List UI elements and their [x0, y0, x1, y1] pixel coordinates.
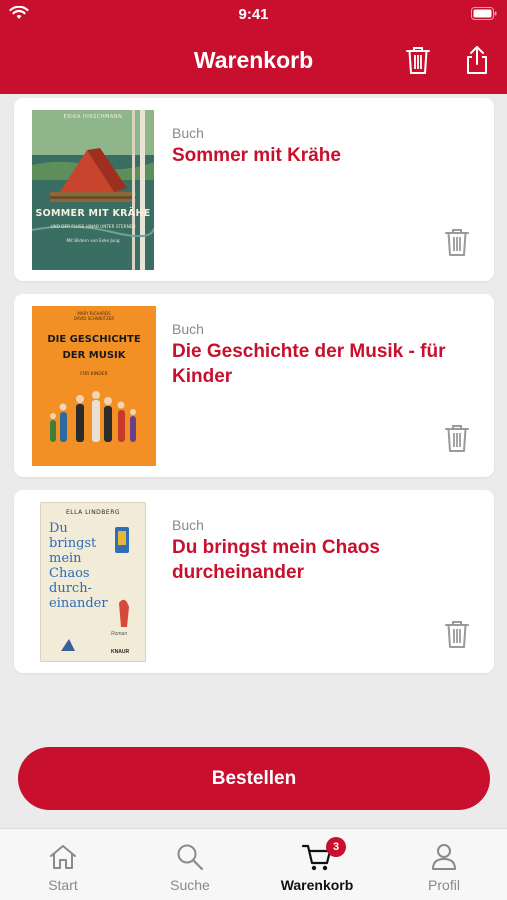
remove-item-trash-icon[interactable]: [444, 619, 470, 649]
cart-item[interactable]: ERIKA HIRSCHMANN SOMMER MIT KRÄHE UND DE…: [14, 98, 494, 281]
cover-illustrator: Mit Bildern von Eske Jung: [66, 238, 120, 243]
order-button[interactable]: Bestellen: [18, 747, 490, 810]
cover-title-line1: DIE GESCHICHTE: [47, 334, 141, 345]
tab-warenkorb[interactable]: 3 Warenkorb: [254, 829, 380, 900]
item-title[interactable]: Du bringst mein Chaos durcheinander: [172, 535, 472, 585]
item-title[interactable]: Sommer mit Krähe: [172, 143, 472, 168]
status-time: 9:41: [238, 6, 269, 23]
item-type: Buch: [172, 517, 204, 533]
cover-title-line3: mein: [49, 551, 82, 566]
battery-icon: [471, 7, 497, 20]
clear-cart-button[interactable]: [401, 42, 435, 78]
trash-icon: [406, 47, 430, 74]
tab-label: Suche: [170, 877, 210, 893]
book-cover: ELLA LINDBERG Du bringst mein Chaos durc…: [40, 502, 146, 662]
cart-item[interactable]: MARY RICHARDS DAVID SCHWEITZER DIE GESCH…: [14, 294, 494, 477]
tab-label: Warenkorb: [280, 877, 354, 893]
tab-profil[interactable]: Profil: [381, 829, 507, 900]
cover-title-line1: Du: [49, 521, 68, 536]
tab-suche[interactable]: Suche: [127, 829, 253, 900]
cover-subtitle: UND DER FLUSS HINAB UNTER STERNEN: [50, 224, 136, 229]
item-type: Buch: [172, 125, 204, 141]
nav-bar: Warenkorb: [0, 28, 507, 94]
share-button[interactable]: [460, 42, 494, 78]
cover-title-line6: einander: [49, 596, 108, 611]
cover-title-line4: Chaos: [49, 566, 90, 581]
remove-item-trash-icon[interactable]: [444, 227, 470, 257]
book-cover: ERIKA HIRSCHMANN SOMMER MIT KRÄHE UND DE…: [32, 110, 154, 270]
cover-authors: MARY RICHARDS DAVID SCHWEITZER: [73, 311, 115, 321]
cover-title: SOMMER MIT KRÄHE: [35, 208, 151, 219]
search-icon: [177, 844, 204, 871]
home-icon: [50, 845, 76, 869]
tab-bar: Start Suche 3 Warenkorb Profil: [0, 828, 507, 900]
cover-genre: Roman: [111, 631, 128, 637]
item-type: Buch: [172, 321, 204, 337]
item-title[interactable]: Die Geschichte der Musik - für Kinder: [172, 339, 472, 389]
tab-label: Start: [48, 877, 78, 893]
book-cover: MARY RICHARDS DAVID SCHWEITZER DIE GESCH…: [32, 306, 156, 466]
tab-start[interactable]: Start: [0, 829, 126, 900]
remove-item-trash-icon[interactable]: [444, 423, 470, 453]
cart-count-badge: 3: [326, 837, 346, 857]
share-icon: [467, 46, 487, 74]
status-bar: 9:41: [0, 0, 507, 28]
cover-title-line2: bringst: [49, 536, 97, 551]
tab-label: Profil: [428, 877, 460, 893]
cover-author: ELLA LINDBERG: [65, 509, 121, 516]
cart-item[interactable]: ELLA LINDBERG Du bringst mein Chaos durc…: [14, 490, 494, 673]
cover-author: ERIKA HIRSCHMANN: [63, 114, 123, 120]
cart-list: ERIKA HIRSCHMANN SOMMER MIT KRÄHE UND DE…: [14, 98, 494, 686]
cover-title-line2: DER MUSIK: [62, 350, 126, 361]
cover-publisher: KNAUR: [111, 649, 130, 655]
cover-subtitle: FÜR KINDER: [80, 372, 108, 377]
cover-title-line5: durch-: [49, 581, 92, 596]
profile-icon: [432, 844, 456, 870]
